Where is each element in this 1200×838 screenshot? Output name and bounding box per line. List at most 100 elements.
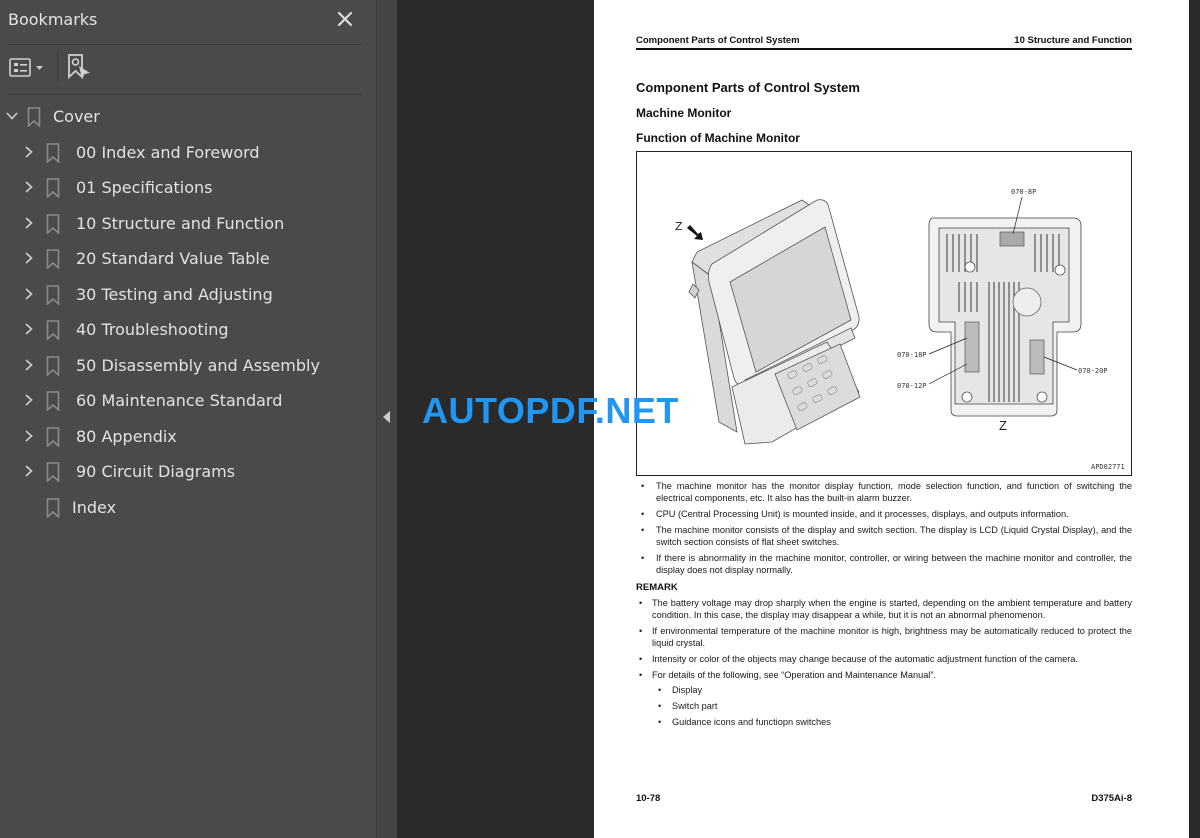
bookmark-60-maintenance-standard[interactable]: 60 Maintenance Standard (0, 383, 377, 419)
running-header-left: Component Parts of Control System (636, 35, 800, 46)
connector-label-8p: 070-8P (1011, 188, 1037, 196)
function-bullet-list: The machine monitor has the monitor disp… (636, 480, 1132, 579)
close-icon (337, 11, 353, 27)
page-number: 10-78 (636, 793, 661, 804)
chevron-right-icon[interactable] (22, 393, 36, 407)
bookmark-90-circuit-diagrams[interactable]: 90 Circuit Diagrams (0, 454, 377, 490)
chevron-right-icon[interactable] (22, 287, 36, 301)
bookmarks-toolbar (0, 45, 377, 93)
toolbar-divider (57, 52, 58, 82)
bullet-item: The machine monitor has the monitor disp… (636, 480, 1132, 504)
bookmark-icon (46, 142, 60, 163)
bookmark-icon (46, 426, 60, 447)
monitor-rear-view-illustration (928, 196, 1082, 417)
model-code: D375Ai-8 (1091, 793, 1132, 804)
bookmark-40-troubleshooting[interactable]: 40 Troubleshooting (0, 312, 377, 348)
toolbar-divider-bottom (8, 94, 362, 95)
connector-label-18p: 070-18P (897, 351, 927, 359)
view-z-label: Z (675, 220, 683, 233)
connector-label-12p: 070-12P (897, 382, 927, 390)
collapse-sidebar-handle[interactable] (377, 0, 397, 838)
bullet-item: If there is abnormality in the machine m… (636, 552, 1132, 576)
heading-subsection: Machine Monitor (636, 106, 732, 120)
remark-title: REMARK (636, 582, 678, 593)
view-direction-arrow (687, 225, 703, 240)
chevron-right-icon[interactable] (22, 429, 36, 443)
bookmark-label: 60 Maintenance Standard (76, 391, 283, 410)
bookmark-icon (27, 107, 41, 127)
bookmark-20-standard-value-table[interactable]: 20 Standard Value Table (0, 241, 377, 277)
connector-20p (1029, 339, 1045, 375)
remark-subitem: Guidance icons and functiopn switches (636, 716, 1132, 728)
figure-id: APD02771 (1091, 463, 1125, 471)
bookmark-label: 10 Structure and Function (76, 213, 285, 233)
find-current-bookmark-button[interactable] (66, 53, 94, 83)
chevron-right-icon[interactable] (22, 322, 36, 336)
bookmark-options-button[interactable] (8, 56, 48, 80)
bookmark-01-specifications[interactable]: 01 Specifications (0, 170, 377, 206)
machine-monitor-figure: Z 070-8P 070-18P 070-12P 070-20P Z APD02… (636, 151, 1132, 476)
chevron-right-icon[interactable] (22, 464, 36, 478)
bookmark-cover[interactable]: Cover (0, 99, 377, 135)
bookmark-label: 30 Testing and Adjusting (76, 284, 273, 304)
remark-item: The battery voltage may drop sharply whe… (636, 597, 1132, 621)
bookmark-locate-icon (68, 54, 90, 80)
bookmark-tree: Cover 00 Index and Foreword 01 Specifica… (0, 99, 377, 525)
connector-18p-12p (964, 321, 980, 373)
connector-8p (999, 231, 1025, 247)
chevron-right-icon[interactable] (22, 216, 36, 230)
bookmark-icon (46, 213, 60, 234)
chevron-right-icon[interactable] (22, 251, 36, 265)
bookmark-label: 40 Troubleshooting (76, 320, 229, 339)
bookmark-30-testing-and-adjusting[interactable]: 30 Testing and Adjusting (0, 277, 377, 313)
header-rule (636, 48, 1132, 50)
bullet-item: The machine monitor consists of the disp… (636, 524, 1132, 548)
bookmark-10-structure-and-function[interactable]: 10 Structure and Function (0, 206, 377, 242)
chevron-right-icon[interactable] (22, 145, 36, 159)
pdf-page: Component Parts of Control System 10 Str… (594, 0, 1189, 838)
chevron-right-icon[interactable] (22, 358, 36, 372)
remark-list: The battery voltage may drop sharply whe… (636, 597, 1132, 731)
bookmark-label: 80 Appendix (76, 426, 177, 446)
remark-subitem: Display (636, 684, 1132, 696)
bookmark-icon (46, 284, 60, 305)
bookmark-50-disassembly-and-assembly[interactable]: 50 Disassembly and Assembly (0, 348, 377, 384)
bookmark-label: 00 Index and Foreword (76, 142, 260, 162)
bookmark-label: 90 Circuit Diagrams (76, 462, 236, 481)
bookmark-icon (46, 178, 60, 198)
chevron-right-icon[interactable] (22, 180, 36, 194)
bookmark-00-index-and-foreword[interactable]: 00 Index and Foreword (0, 135, 377, 171)
bookmark-icon (46, 249, 60, 269)
bookmark-icon (46, 391, 60, 411)
heading-section: Component Parts of Control System (636, 80, 860, 95)
bullet-item: CPU (Central Processing Unit) is mounted… (636, 508, 1132, 520)
remark-subitem: Switch part (636, 700, 1132, 712)
bookmark-label: 50 Disassembly and Assembly (76, 355, 320, 375)
heading-subsubsection: Function of Machine Monitor (636, 131, 800, 145)
bookmark-icon (46, 497, 60, 518)
remark-item: Intensity or color of the objects may ch… (636, 653, 1132, 665)
bookmarks-header: Bookmarks (0, 0, 377, 44)
bookmark-icon (46, 462, 60, 482)
view-z-caption: Z (999, 418, 1007, 433)
bookmark-80-appendix[interactable]: 80 Appendix (0, 419, 377, 455)
bookmarks-panel: Bookmarks Cover 00 Index and Foreword 01… (0, 0, 377, 838)
panel-title: Bookmarks (8, 10, 98, 29)
bookmark-label: Cover (53, 107, 100, 126)
watermark: AUTOPDF.NET (422, 390, 679, 431)
bookmark-icon (46, 320, 60, 340)
chevron-down-icon (36, 66, 43, 70)
bookmark-index[interactable]: Index (0, 490, 377, 526)
close-panel-button[interactable] (334, 8, 356, 30)
remark-item: If environmental temperature of the mach… (636, 625, 1132, 649)
remark-item: For details of the following, see “Opera… (636, 669, 1132, 681)
collapse-left-icon (383, 411, 390, 423)
bookmark-label: Index (72, 497, 117, 517)
bookmark-icon (46, 355, 60, 376)
connector-label-20p: 070-20P (1078, 367, 1108, 375)
bookmark-label: 01 Specifications (76, 178, 213, 197)
vertical-scrollbar[interactable] (1189, 0, 1200, 838)
chevron-down-icon[interactable] (5, 109, 19, 123)
bookmark-label: 20 Standard Value Table (76, 249, 270, 268)
running-header-right: 10 Structure and Function (1014, 35, 1132, 46)
